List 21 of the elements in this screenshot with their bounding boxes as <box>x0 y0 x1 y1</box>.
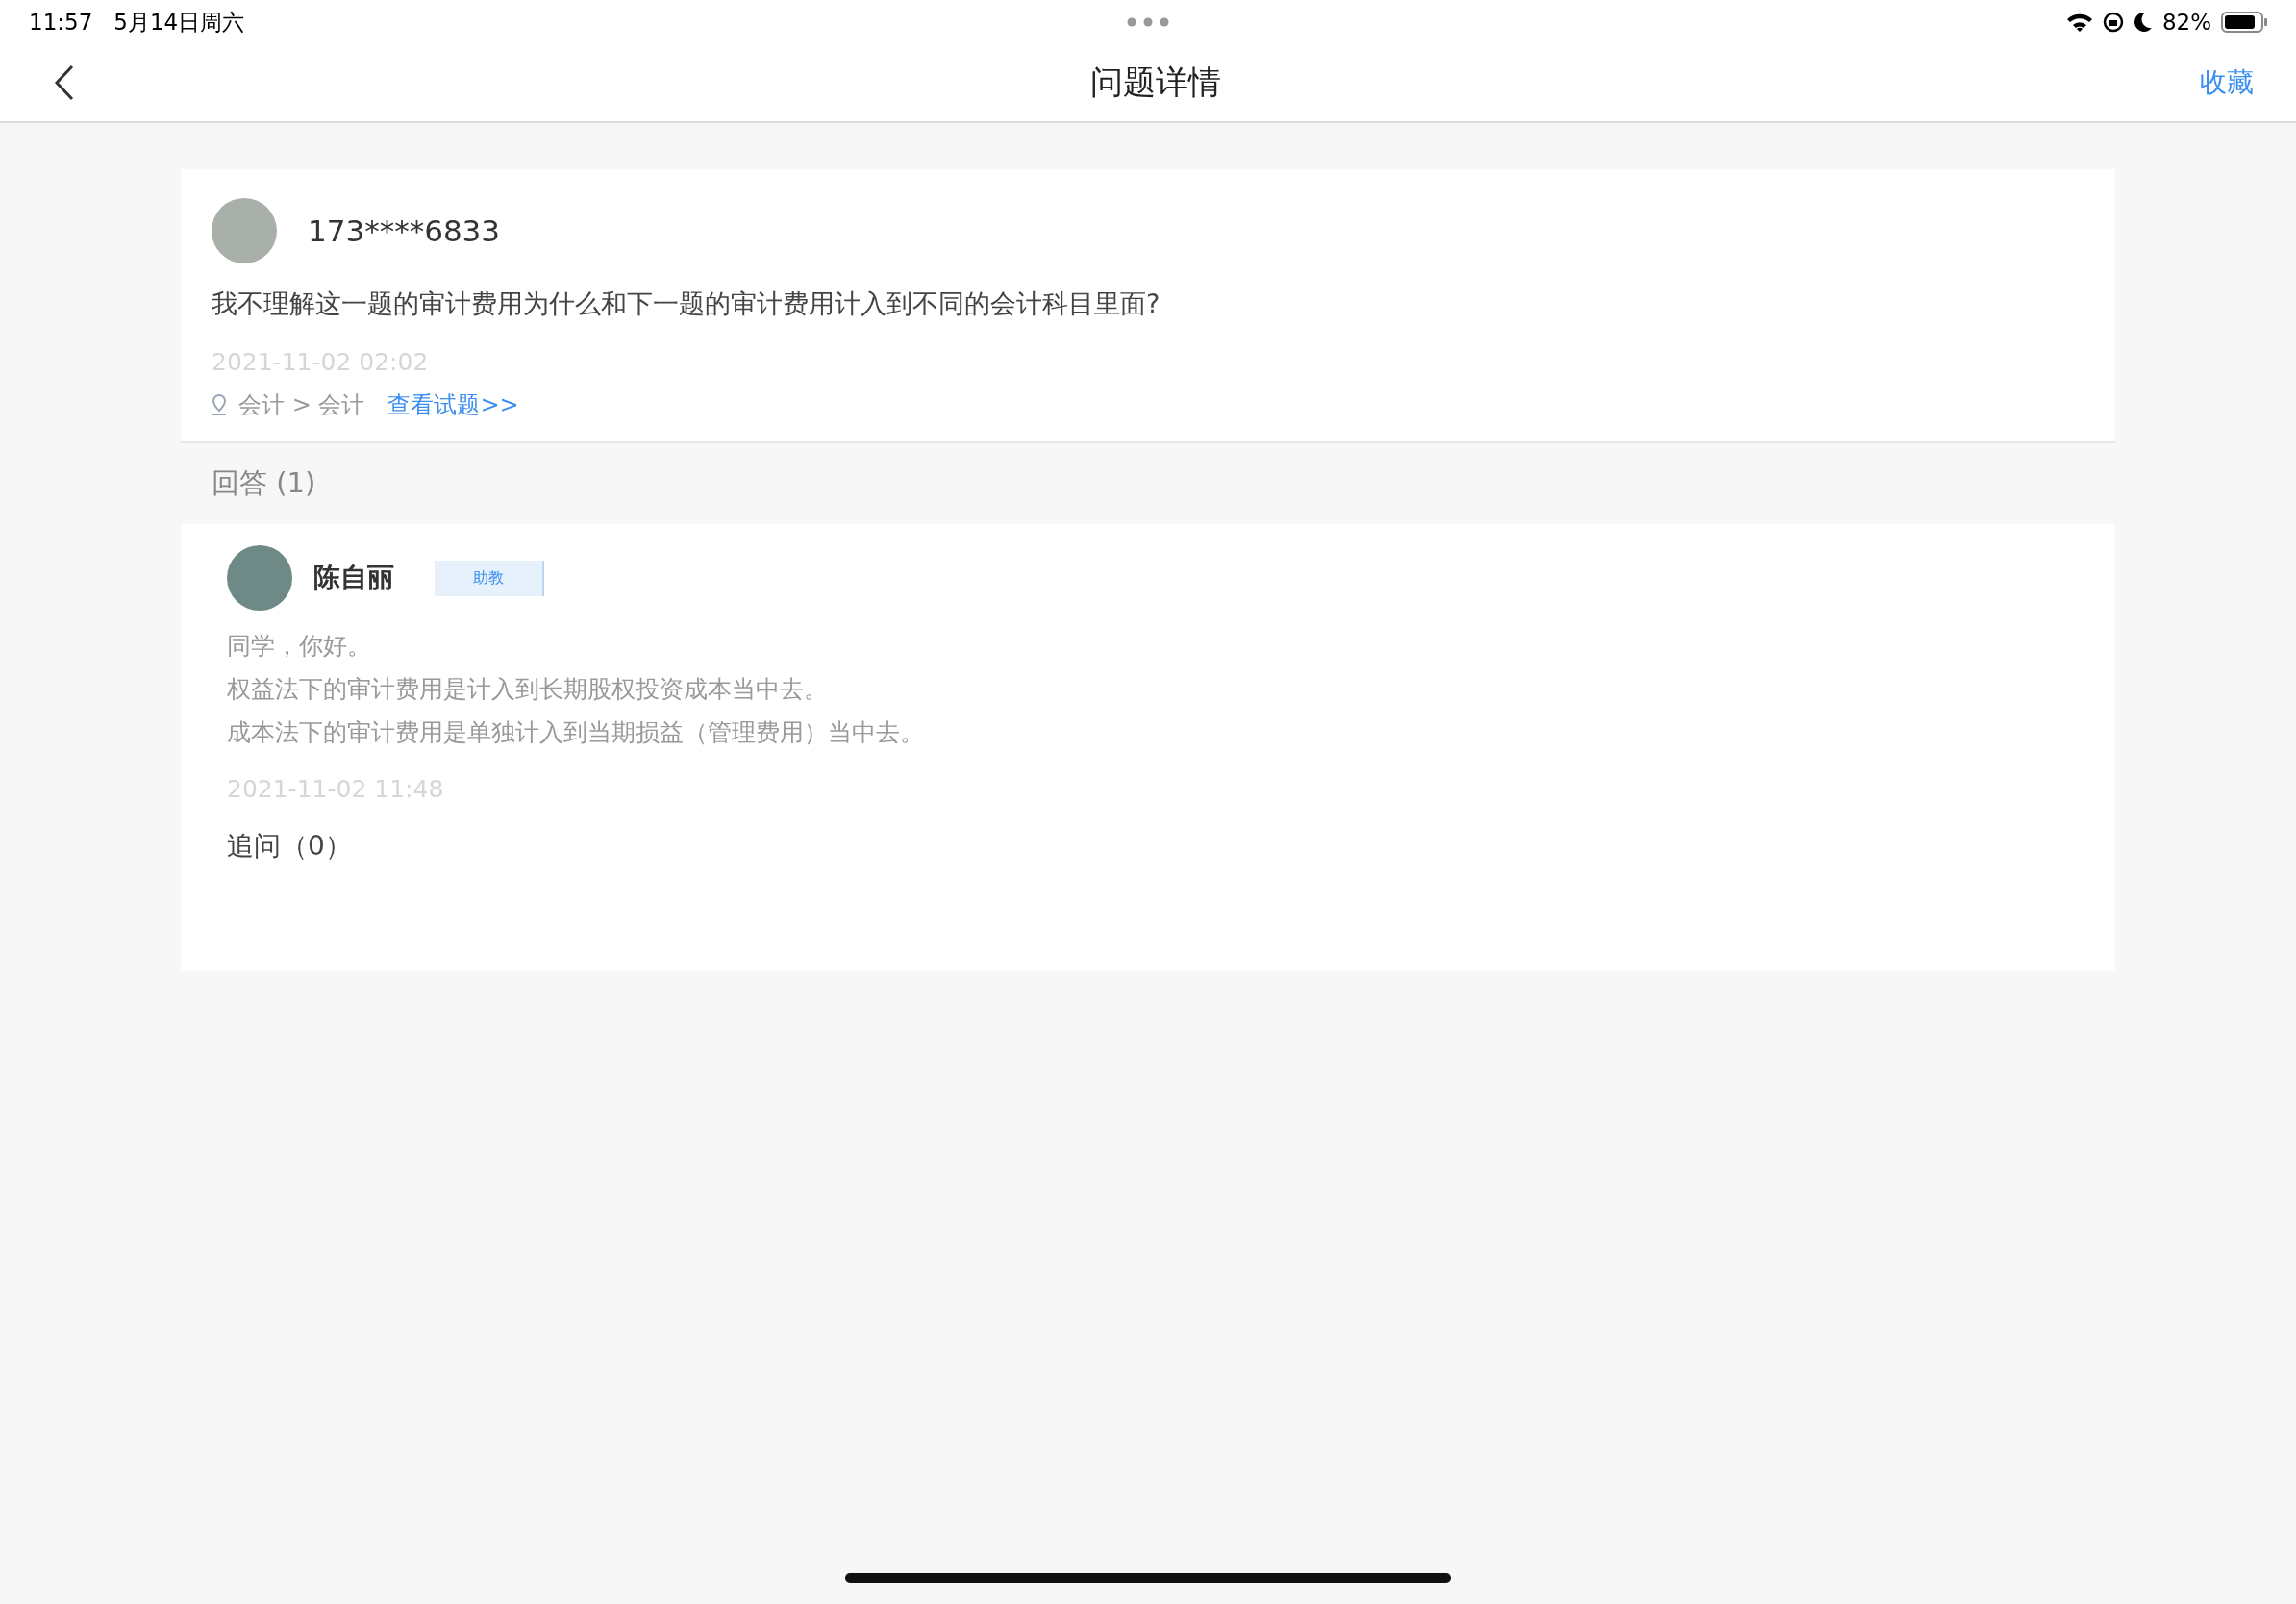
answers-header: 回答 (1) <box>212 465 316 501</box>
rotation-lock-icon <box>2102 12 2124 33</box>
answer-text: 同学，你好。 权益法下的审计费用是计入到长期股权投资成本当中去。 成本法下的审计费用是单独计入到当期损益（管理费用）当中去。 <box>227 631 925 748</box>
location-pin-icon <box>212 394 227 415</box>
category-path: 会计 > 会计 <box>238 390 365 420</box>
status-time: 11:57 <box>29 10 93 35</box>
question-text: 我不理解这一题的审计费用为什么和下一题的审计费用计入到不同的会计科目里面? <box>212 288 1161 320</box>
battery-percent: 82% <box>2161 10 2211 35</box>
battery-icon <box>2221 12 2267 33</box>
status-date: 5月14日周六 <box>113 8 245 37</box>
more-dots-icon[interactable] <box>1127 17 1169 27</box>
page-title: 问题详情 <box>1089 62 1222 103</box>
role-tag: 助教 <box>435 560 544 596</box>
favorite-link[interactable]: 收藏 <box>2200 64 2258 101</box>
moon-icon <box>2133 12 2153 33</box>
user-name: 陈自丽 <box>313 561 394 595</box>
back-icon[interactable] <box>54 64 75 101</box>
follow-up-link[interactable]: 追问（0） <box>227 828 2067 865</box>
user-name: 173****6833 <box>308 213 501 248</box>
view-question-link[interactable]: 查看试题>> <box>387 389 519 420</box>
wifi-icon <box>2065 12 2093 33</box>
